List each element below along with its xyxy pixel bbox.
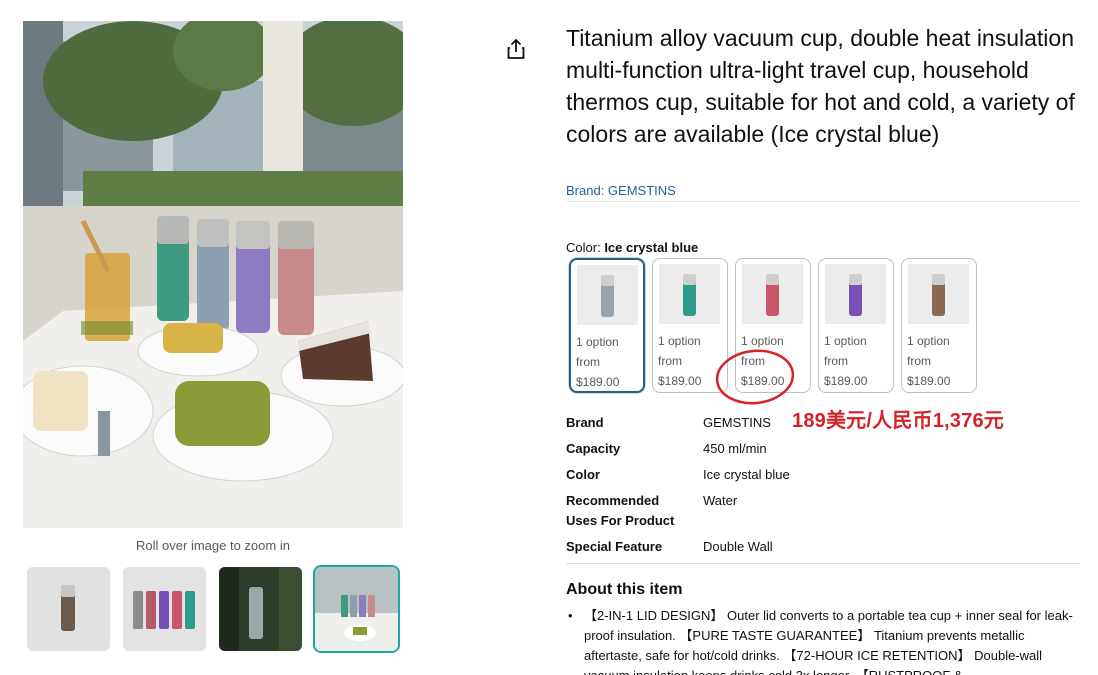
swatch-price: $189.00: [824, 374, 868, 388]
bottle-icon: [932, 274, 945, 316]
divider: [566, 563, 1080, 564]
color-swatch-4[interactable]: 1 option from $189.00: [818, 258, 894, 393]
spec-key: Color: [566, 467, 600, 482]
swatch-text: 1 option from $189.00: [658, 331, 701, 391]
spec-key: Special Feature: [566, 539, 663, 554]
spec-key: Recommended Uses For Product: [566, 493, 675, 528]
thumbnail-3[interactable]: [219, 567, 302, 651]
swatch-option-count: 1 option: [658, 334, 701, 348]
color-swatch-2[interactable]: 1 option from $189.00: [652, 258, 728, 393]
selected-color-name: Ice crystal blue: [604, 240, 699, 255]
main-product-image[interactable]: [23, 21, 403, 528]
swatch-from: from: [907, 354, 931, 368]
spec-value: 450 ml/min: [703, 441, 767, 456]
swatch-image: [577, 265, 638, 325]
color-swatch-5[interactable]: 1 option from $189.00: [901, 258, 977, 393]
forest-bottle-thumbnail-icon: [219, 567, 302, 651]
about-title: About this item: [566, 581, 683, 598]
zoom-hint: Roll over image to zoom in: [136, 538, 290, 553]
swatch-from: from: [741, 354, 765, 368]
single-bottle-thumbnail-icon: [27, 567, 110, 651]
bottle-icon: [849, 274, 862, 316]
color-swatch-3[interactable]: 1 option from $189.00: [735, 258, 811, 393]
swatch-image: [659, 264, 720, 324]
swatch-text: 1 option from $189.00: [907, 331, 950, 391]
spec-value: Ice crystal blue: [703, 467, 790, 482]
swatch-option-count: 1 option: [824, 334, 867, 348]
swatch-text: 1 option from $189.00: [741, 331, 784, 391]
color-label: Color: Ice crystal blue: [566, 240, 698, 255]
color-swatch-1[interactable]: 1 option from $189.00: [569, 258, 645, 393]
swatch-from: from: [658, 354, 682, 368]
swatch-image: [825, 264, 886, 324]
swatch-option-count: 1 option: [741, 334, 784, 348]
color-label-prefix: Color:: [566, 240, 601, 255]
swatch-price: $189.00: [907, 374, 951, 388]
swatch-from: from: [824, 354, 848, 368]
swatch-option-count: 1 option: [576, 335, 619, 349]
swatch-image: [908, 264, 969, 324]
share-button[interactable]: [506, 38, 526, 60]
bottle-icon: [601, 275, 614, 317]
thumbnail-1[interactable]: [27, 567, 110, 651]
product-title: Titanium alloy vacuum cup, double heat i…: [566, 25, 1075, 147]
swatch-from: from: [576, 355, 600, 369]
thumbnail-2[interactable]: [123, 567, 206, 651]
spec-value: Double Wall: [703, 539, 773, 554]
table-scene-thumbnail-icon: [315, 567, 398, 651]
spec-key: Brand: [566, 415, 604, 430]
swatch-option-count: 1 option: [907, 334, 950, 348]
divider: [566, 201, 1080, 202]
about-bullets: 【2-IN-1 LID DESIGN】 Outer lid converts t…: [566, 606, 1076, 675]
brand-link[interactable]: Brand: GEMSTINS: [566, 183, 676, 198]
swatch-price: $189.00: [658, 374, 702, 388]
bottle-icon: [766, 274, 779, 316]
about-bullet: 【2-IN-1 LID DESIGN】 Outer lid converts t…: [566, 606, 1076, 675]
swatch-image: [742, 264, 803, 324]
spec-value: Water: [703, 493, 738, 508]
spec-key: Capacity: [566, 441, 621, 456]
swatch-text: 1 option from $189.00: [824, 331, 867, 391]
five-bottles-thumbnail-icon: [123, 567, 206, 651]
swatch-text: 1 option from $189.00: [576, 332, 620, 391]
bottle-icon: [683, 274, 696, 316]
swatch-price: $189.00: [576, 375, 620, 389]
product-photo-icon: [23, 21, 403, 528]
thumbnail-4[interactable]: [315, 567, 398, 651]
share-icon: [507, 38, 525, 59]
swatch-price: $189.00: [741, 374, 785, 388]
spec-value: GEMSTINS: [703, 415, 771, 430]
